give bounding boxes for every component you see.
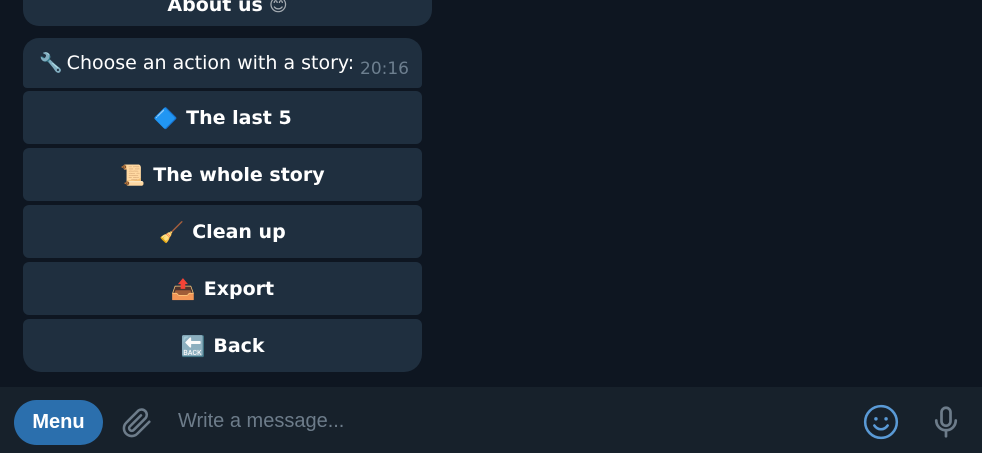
menu-label: Menu [32,411,85,433]
paperclip-icon[interactable] [119,405,153,441]
the-last-5-label: The last 5 [186,106,292,129]
the-whole-story-label: The whole story [153,163,325,186]
broom-icon: 🧹 [159,219,185,244]
smile-emoji-icon: 😊 [268,0,288,16]
message-input[interactable] [170,403,840,439]
microphone-icon[interactable] [928,402,964,442]
wrench-icon: 🔧 [39,52,63,74]
outbox-tray-icon: 📤 [170,276,196,301]
message-timestamp: 20:16 [360,59,409,79]
message-text: 🔧 Choose an action with a story: [39,51,354,74]
the-whole-story-button[interactable]: 📜 The whole story [23,148,422,201]
chat-area: About us 😊 🔧 Choose an action with a stor… [0,0,982,387]
message-bubble: 🔧 Choose an action with a story: 20:16 [23,38,422,88]
clean-up-label: Clean up [192,220,286,243]
message-body: Choose an action with a story: [66,52,355,74]
emoji-smile-icon[interactable] [862,403,900,441]
export-button[interactable]: 📤 Export [23,262,422,315]
back-label: Back [213,334,265,357]
the-last-5-button[interactable]: 🔷 The last 5 [23,91,422,144]
back-button[interactable]: 🔙 Back [23,319,422,372]
back-arrow-icon: 🔙 [180,333,206,358]
message-input-bar: Menu [0,387,982,453]
blue-diamond-icon: 🔷 [153,105,179,130]
about-us-button[interactable]: About us 😊 [23,0,432,26]
clean-up-button[interactable]: 🧹 Clean up [23,205,422,258]
about-us-label: About us [167,0,263,16]
export-label: Export [203,277,275,300]
scroll-icon: 📜 [120,162,146,187]
menu-button[interactable]: Menu [14,400,103,445]
